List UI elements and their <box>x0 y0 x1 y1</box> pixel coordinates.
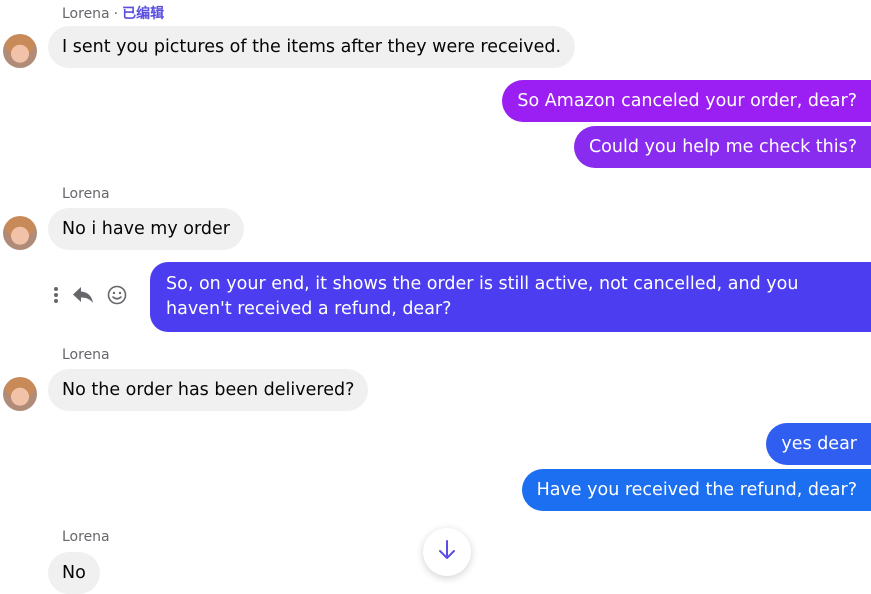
sender-name: Lorena · 已编辑 <box>62 6 165 22</box>
sender-name: Lorena <box>62 529 110 545</box>
message-actions <box>46 282 134 308</box>
outgoing-message[interactable]: So Amazon canceled your order, dear? <box>502 80 871 122</box>
outgoing-message[interactable]: Have you received the refund, dear? <box>521 469 871 511</box>
avatar[interactable] <box>3 216 37 250</box>
avatar[interactable] <box>3 377 37 411</box>
more-vertical-icon[interactable] <box>46 282 66 308</box>
edited-label: 已编辑 <box>122 6 165 22</box>
scroll-to-bottom-button[interactable] <box>423 528 471 576</box>
outgoing-message[interactable]: yes dear <box>766 423 871 465</box>
smiley-icon[interactable] <box>100 282 134 308</box>
incoming-message[interactable]: I sent you pictures of the items after t… <box>48 26 576 68</box>
outgoing-message[interactable]: So, on your end, it shows the order is s… <box>150 262 871 332</box>
arrow-down-icon <box>438 540 456 564</box>
incoming-message[interactable]: No i have my order <box>48 208 244 250</box>
incoming-message[interactable]: No the order has been delivered? <box>48 369 369 411</box>
avatar[interactable] <box>3 34 37 68</box>
sender-name: Lorena <box>62 186 110 202</box>
reply-icon[interactable] <box>66 282 100 308</box>
separator-dot: · <box>113 6 119 22</box>
sender-name: Lorena <box>62 347 110 363</box>
outgoing-message[interactable]: Could you help me check this? <box>573 126 871 168</box>
